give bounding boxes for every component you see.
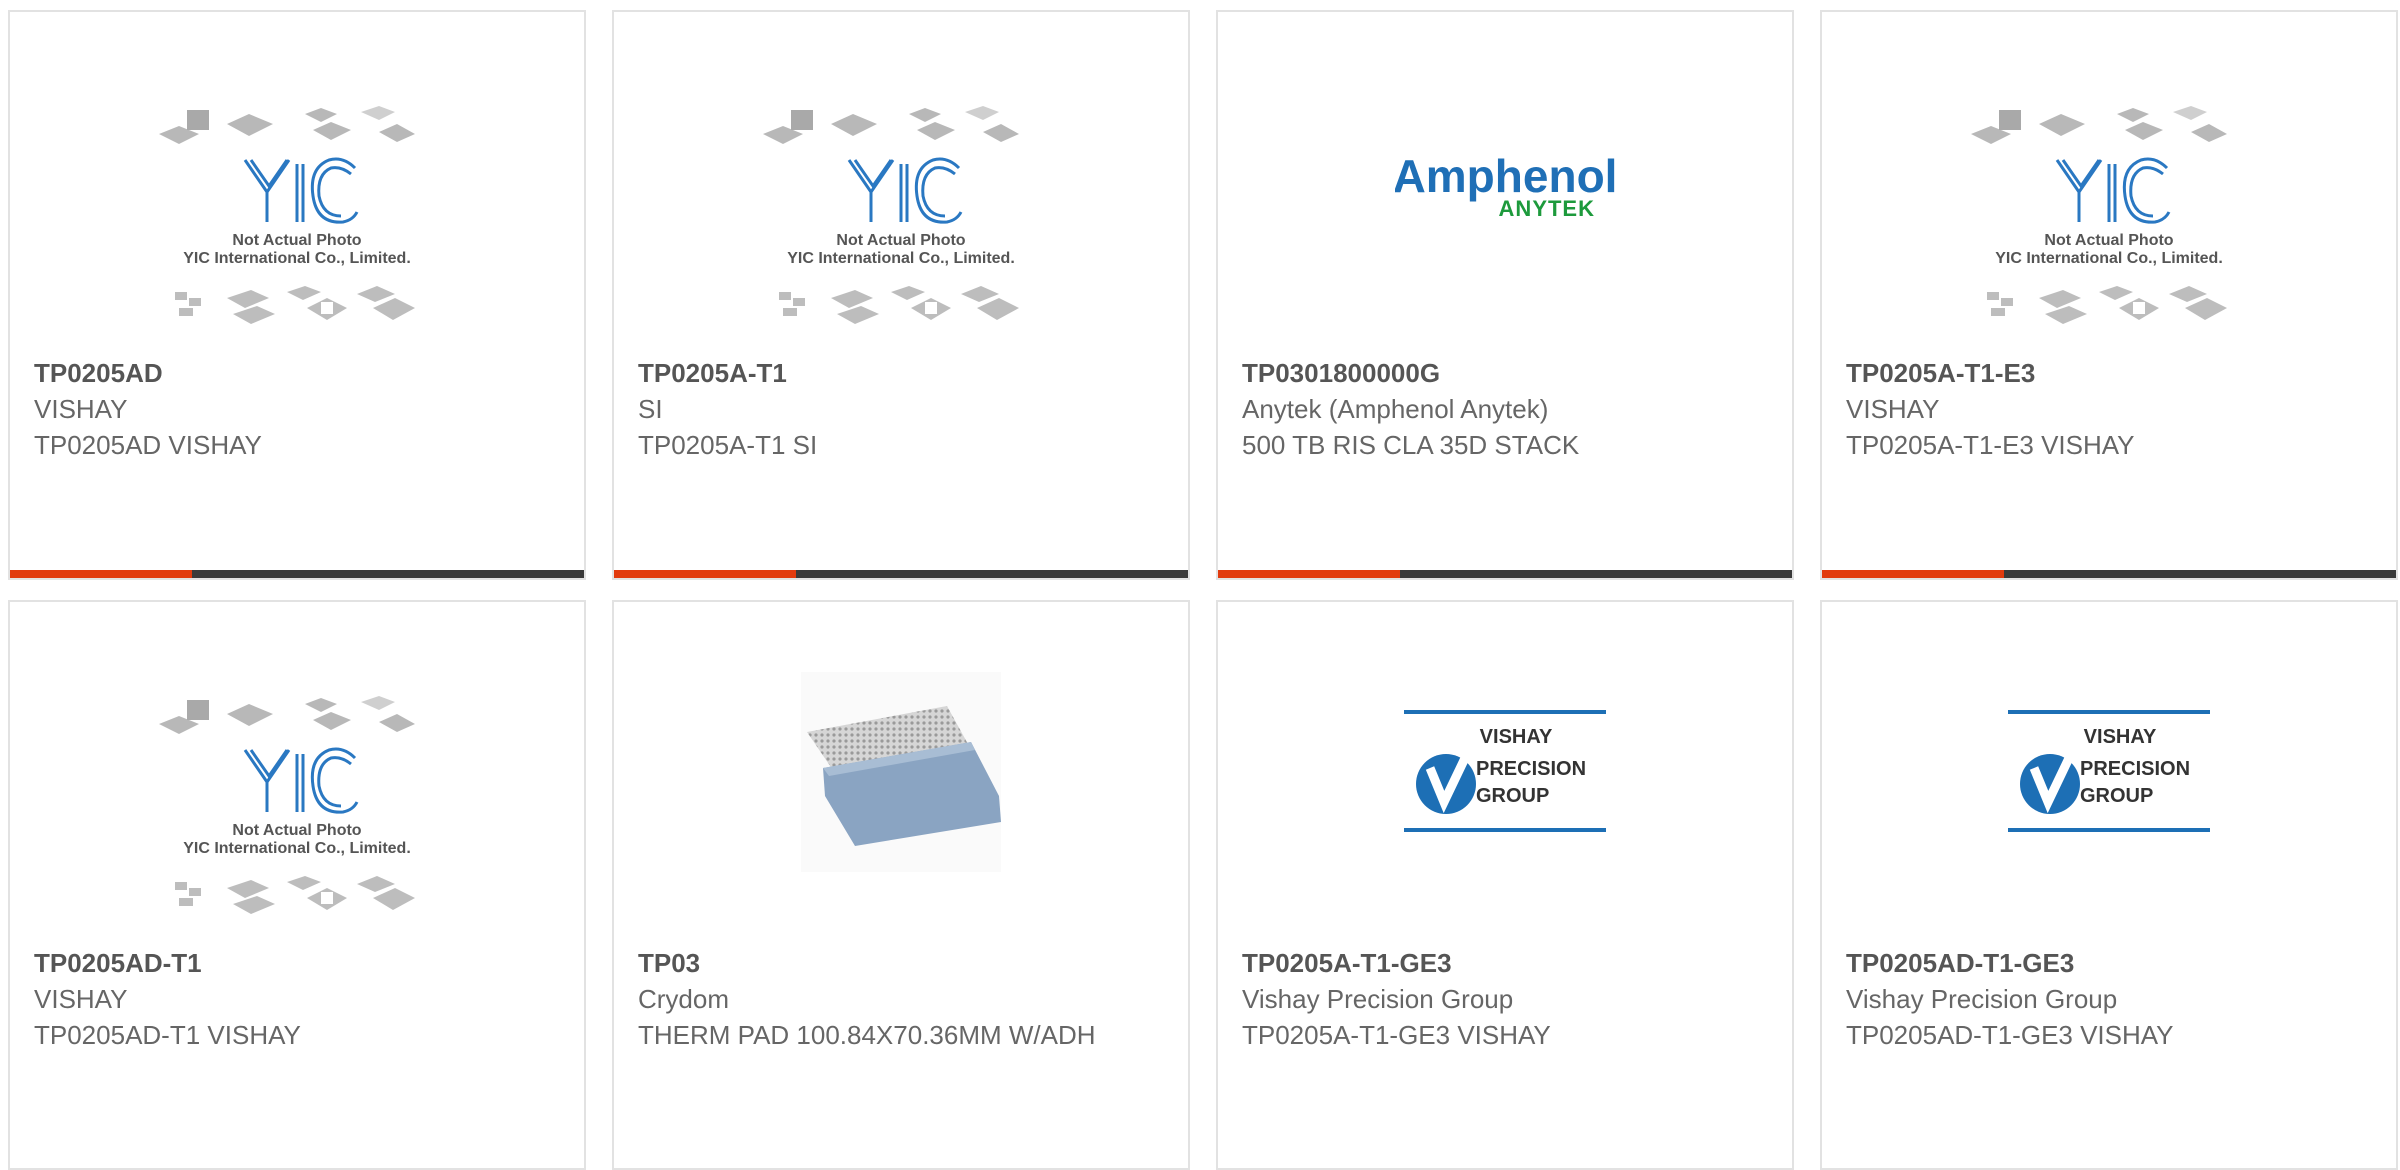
description: THERM PAD 100.84X70.36MM W/ADH <box>638 1020 1096 1050</box>
svg-text:Not Actual Photo: Not Actual Photo <box>836 232 965 249</box>
svg-text:PRECISION: PRECISION <box>2080 758 2190 780</box>
description: TP0205AD VISHAY <box>34 430 262 460</box>
product-card[interactable]: Amphenol ANYTEK TP0301800000G Anytek (Am… <box>1216 10 1794 580</box>
yic-placeholder-image: Not Actual Photo YIC International Co., … <box>10 687 584 947</box>
svg-text:VISHAY: VISHAY <box>1480 726 1553 748</box>
vpg-logo: VISHAY PRECISION GROUP <box>1218 672 1792 872</box>
svg-text:Not Actual Photo: Not Actual Photo <box>232 822 361 839</box>
card-bottom-bar <box>1822 570 2396 578</box>
svg-text:GROUP: GROUP <box>2080 785 2153 807</box>
thermal-pad-photo <box>614 672 1188 872</box>
product-card[interactable]: Not Actual Photo YIC International Co., … <box>1820 10 2398 580</box>
svg-text:ANYTEK: ANYTEK <box>1499 196 1595 221</box>
part-number[interactable]: TP0205A-T1-GE3 <box>1242 945 1772 981</box>
yic-placeholder-image: Not Actual Photo YIC International Co., … <box>1822 97 2396 357</box>
svg-text:Amphenol: Amphenol <box>1395 152 1615 202</box>
product-card[interactable]: Not Actual Photo YIC International Co., … <box>8 600 586 1170</box>
product-card[interactable]: Not Actual Photo YIC International Co., … <box>612 10 1190 580</box>
svg-text:GROUP: GROUP <box>1476 785 1549 807</box>
description: TP0205A-T1-GE3 VISHAY <box>1242 1020 1551 1050</box>
svg-text:Not Actual Photo: Not Actual Photo <box>2044 232 2173 249</box>
part-number[interactable]: TP0205AD <box>34 355 564 391</box>
svg-text:PRECISION: PRECISION <box>1476 758 1586 780</box>
product-card[interactable]: TP03 Crydom THERM PAD 100.84X70.36MM W/A… <box>612 600 1190 1170</box>
manufacturer: Vishay Precision Group <box>1242 984 1514 1014</box>
yic-placeholder-image: Not Actual Photo YIC International Co., … <box>614 97 1188 357</box>
svg-text:YIC International Co., Limited: YIC International Co., Limited. <box>787 250 1015 267</box>
manufacturer: VISHAY <box>34 984 128 1014</box>
product-card[interactable]: VISHAY PRECISION GROUP TP0205A-T1-GE3 Vi… <box>1216 600 1794 1170</box>
part-number[interactable]: TP0205AD-T1-GE3 <box>1846 945 2376 981</box>
amphenol-anytek-logo: Amphenol ANYTEK <box>1218 92 1792 292</box>
svg-text:YIC International Co., Limited: YIC International Co., Limited. <box>183 250 411 267</box>
manufacturer: SI <box>638 394 663 424</box>
description: TP0205A-T1 SI <box>638 430 818 460</box>
svg-text:VISHAY: VISHAY <box>2084 726 2157 748</box>
description: TP0205A-T1-E3 VISHAY <box>1846 430 2135 460</box>
description: TP0205AD-T1 VISHAY <box>34 1020 301 1050</box>
manufacturer: VISHAY <box>34 394 128 424</box>
part-number[interactable]: TP0301800000G <box>1242 355 1772 391</box>
part-number[interactable]: TP03 <box>638 945 1168 981</box>
manufacturer: Anytek (Amphenol Anytek) <box>1242 394 1549 424</box>
card-bottom-bar <box>614 570 1188 578</box>
manufacturer: Crydom <box>638 984 730 1014</box>
part-number[interactable]: TP0205AD-T1 <box>34 945 564 981</box>
yic-placeholder-image: Not Actual Photo YIC International Co., … <box>10 97 584 357</box>
manufacturer: VISHAY <box>1846 394 1940 424</box>
product-card[interactable]: Not Actual Photo YIC International Co., … <box>8 10 586 580</box>
svg-text:YIC International Co., Limited: YIC International Co., Limited. <box>1995 250 2223 267</box>
description: 500 TB RIS CLA 35D STACK <box>1242 430 1580 460</box>
vpg-logo: VISHAY PRECISION GROUP <box>1822 672 2396 872</box>
product-card[interactable]: VISHAY PRECISION GROUP TP0205AD-T1-GE3 V… <box>1820 600 2398 1170</box>
part-number[interactable]: TP0205A-T1-E3 <box>1846 355 2376 391</box>
manufacturer: Vishay Precision Group <box>1846 984 2118 1014</box>
card-bottom-bar <box>1218 570 1792 578</box>
description: TP0205AD-T1-GE3 VISHAY <box>1846 1020 2174 1050</box>
card-bottom-bar <box>10 570 584 578</box>
svg-text:Not Actual Photo: Not Actual Photo <box>232 232 361 249</box>
part-number[interactable]: TP0205A-T1 <box>638 355 1168 391</box>
svg-text:YIC International Co., Limited: YIC International Co., Limited. <box>183 840 411 857</box>
